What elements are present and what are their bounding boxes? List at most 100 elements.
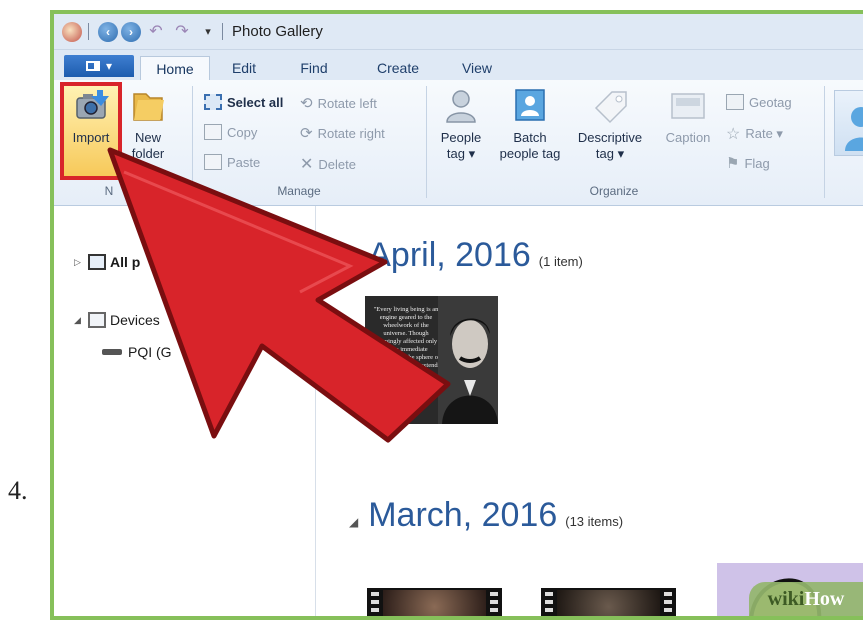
flag-button[interactable]: ⚑ Flag	[726, 154, 770, 172]
descriptive-tag-button[interactable]: Descriptive tag ▾	[570, 86, 650, 162]
tree-item-label: Devices	[110, 312, 160, 328]
redo-icon[interactable]: ↷	[172, 22, 192, 42]
star-icon: ☆	[726, 126, 741, 143]
flag-label: Flag	[744, 155, 770, 171]
collapse-arrow-icon[interactable]: ◢	[74, 315, 84, 326]
divider	[824, 86, 825, 198]
undo-icon[interactable]: ↶	[146, 22, 166, 42]
section-month: April, 2016	[368, 236, 531, 274]
person-icon	[446, 90, 476, 123]
tree-item-devices[interactable]: ◢ Devices	[74, 312, 160, 328]
batch-people-tag-button[interactable]: Batch people tag	[494, 86, 566, 162]
window-title: Photo Gallery	[232, 23, 323, 40]
geotag-label: Geotag	[749, 94, 792, 110]
new-folder-button[interactable]: New folder	[126, 86, 170, 162]
group-label-new: N	[104, 184, 114, 198]
caption-button[interactable]: Caption	[658, 86, 718, 146]
ribbon-home: Import New folder N Select all Copy Past…	[54, 80, 863, 206]
import-label: Import	[72, 130, 110, 145]
paste-icon	[204, 154, 222, 170]
select-all-icon	[204, 94, 222, 110]
file-menu-button[interactable]: ▾	[64, 55, 134, 77]
rotate-left-label: Rotate left	[317, 95, 377, 111]
geotag-button[interactable]: Geotag	[726, 94, 792, 110]
tab-edit[interactable]: Edit	[224, 56, 264, 80]
photo-thumbnail-tesla[interactable]: "Every living being is an engine geared …	[365, 296, 498, 424]
watermark-text-how: How	[804, 587, 845, 610]
watermark-text-wiki: wiki	[767, 587, 805, 610]
video-thumbnail[interactable]	[541, 588, 676, 616]
import-button[interactable]: Import	[62, 86, 120, 146]
screenshot-frame: ● ‹ › ↶ ↷ ▾ Photo Gallery ▾ Home Edit Fi…	[50, 10, 863, 620]
profile-picture-button[interactable]	[834, 90, 863, 156]
collapse-arrow-icon[interactable]: ◢	[349, 515, 358, 529]
customize-toolbar-icon[interactable]: ▾	[198, 22, 218, 42]
file-menu-icon	[85, 61, 100, 71]
collapse-arrow-icon[interactable]: ◢	[349, 255, 358, 269]
caption-icon	[671, 93, 705, 119]
section-count: (1 item)	[538, 254, 583, 269]
batch-people-icon	[515, 89, 545, 121]
delete-button[interactable]: ✕ Delete	[300, 154, 356, 174]
people-tag-button[interactable]: People tag ▾	[436, 86, 486, 162]
divider	[222, 23, 223, 40]
section-header-april[interactable]: ◢ April, 2016 (1 item)	[349, 236, 583, 275]
folder-icon	[133, 93, 164, 121]
rate-label: Rate ▾	[745, 126, 783, 141]
dropdown-arrow-icon: ▾	[105, 59, 113, 73]
back-arrow-icon[interactable]: ‹	[98, 22, 118, 42]
tree-item-all-photos[interactable]: ▷ All p	[74, 254, 140, 270]
batch-people-tag-label-line2: people tag	[499, 146, 561, 161]
tag-icon	[594, 91, 627, 124]
paste-label: Paste	[227, 154, 261, 170]
tree-item-label: PQI (G	[128, 344, 172, 360]
rotate-right-button[interactable]: ⟳ Rotate right	[300, 124, 385, 142]
select-all-label: Select all	[227, 94, 284, 110]
rotate-right-label: Rotate right	[317, 125, 385, 141]
geotag-icon	[726, 94, 744, 110]
batch-people-tag-label-line1: Batch	[513, 130, 547, 145]
people-tag-label-line2: tag ▾	[446, 146, 476, 161]
section-header-march[interactable]: ◢ March, 2016 (13 items)	[349, 496, 623, 535]
drive-icon	[102, 349, 122, 355]
quote-author: Nikola Tesla	[389, 384, 423, 391]
expand-arrow-icon[interactable]: ▷	[74, 257, 84, 268]
video-thumbnail[interactable]	[367, 588, 502, 616]
rotate-right-icon: ⟳	[300, 125, 313, 142]
copy-icon	[204, 124, 222, 140]
divider	[88, 23, 89, 40]
import-camera-icon	[76, 90, 109, 119]
rotate-left-button[interactable]: ⟲ Rotate left	[300, 94, 377, 112]
section-count: (13 items)	[565, 514, 624, 529]
delete-icon: ✕	[300, 156, 314, 173]
new-folder-label-line2: folder	[131, 146, 165, 161]
tree-item-label: All p	[110, 254, 141, 270]
tab-view[interactable]: View	[452, 56, 502, 80]
tab-find[interactable]: Find	[294, 56, 334, 80]
navigation-pane: ▷ All p ◢ Devices PQI (G	[54, 206, 316, 616]
video-frame-image	[383, 590, 486, 616]
tab-create[interactable]: Create	[368, 56, 428, 80]
people-tag-label-line1: People	[440, 130, 482, 145]
forward-arrow-icon[interactable]: ›	[121, 22, 141, 42]
app-icon: ●	[62, 22, 82, 42]
copy-button[interactable]: Copy	[204, 124, 257, 140]
new-folder-label-line1: New	[134, 130, 161, 145]
descriptive-tag-label-line1: Descriptive	[577, 130, 643, 145]
rate-button[interactable]: ☆ Rate ▾	[726, 124, 783, 144]
devices-icon	[88, 312, 106, 328]
paste-button[interactable]: Paste	[204, 154, 260, 170]
tab-home[interactable]: Home	[140, 56, 210, 80]
flag-icon: ⚑	[726, 155, 740, 172]
film-strip-icon	[664, 592, 672, 616]
section-month: March, 2016	[368, 496, 558, 534]
quote-body: "Every living being is an engine geared …	[371, 306, 441, 377]
group-label-organize: Organize	[589, 184, 639, 198]
caption-label: Caption	[665, 130, 711, 145]
descriptive-tag-label-line2: tag ▾	[595, 146, 625, 161]
select-all-button[interactable]: Select all	[204, 94, 283, 110]
film-strip-icon	[545, 592, 553, 616]
photos-library-icon	[88, 254, 106, 270]
divider	[426, 86, 427, 198]
tree-item-drive[interactable]: PQI (G	[102, 344, 172, 360]
